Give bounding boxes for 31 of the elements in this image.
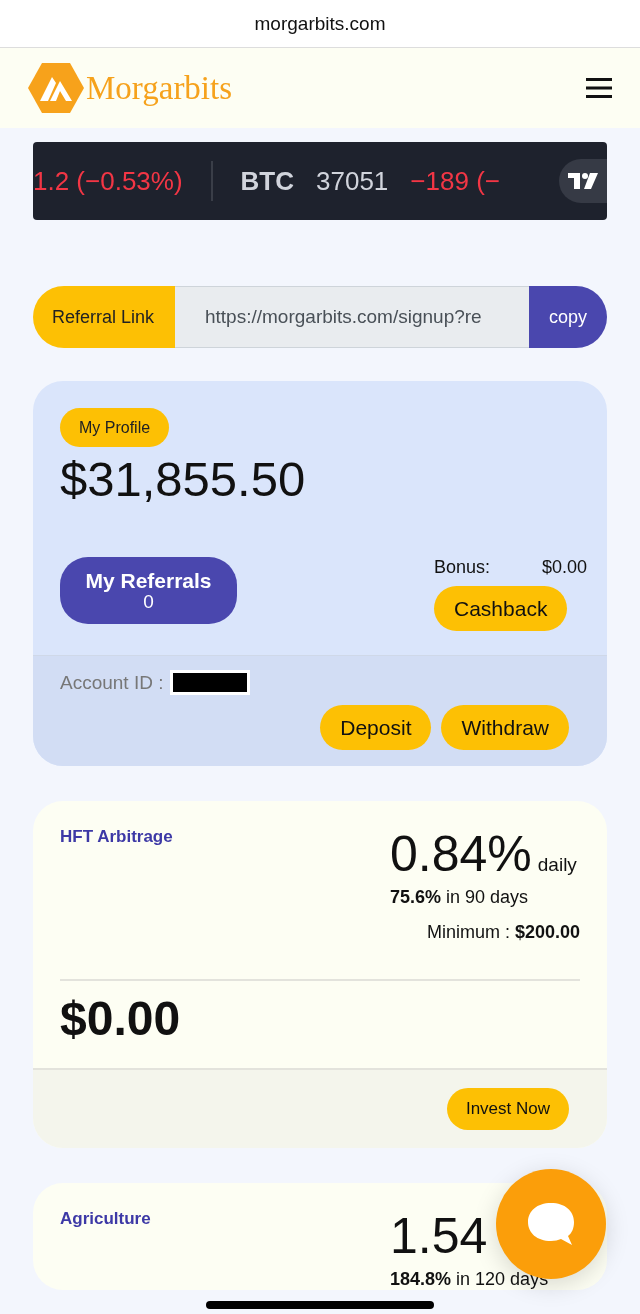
rate-period: daily [537,854,577,876]
ticker-change: −189 (− [410,165,500,197]
plan-name: HFT Arbitrage [60,827,173,848]
invested-amount: $0.00 [60,991,182,1047]
bonus-label: Bonus: [434,557,491,578]
plan-name: Agriculture [60,1209,151,1230]
minimum-deposit: Minimum : $200.00 [426,922,580,943]
ticker-change: 1.2 (−0.53%) [33,165,183,197]
invest-button[interactable]: Invest Now [446,1088,569,1130]
cashback-button[interactable]: Cashback [434,586,568,631]
account-id-label: Account ID : [60,671,164,694]
daily-rate: 1.54 [390,1207,488,1265]
total-return: 75.6% in 90 days [390,887,529,908]
chart-logo-icon [568,173,598,189]
daily-rate: 0.84% [390,825,532,883]
referral-link-field[interactable]: https://morgarbits.com/signup?re [175,286,529,348]
chat-icon [526,1201,576,1247]
ticker-symbol[interactable]: BTC [240,165,295,197]
referrals-button[interactable]: My Referrals 0 [60,557,237,624]
ticker-price: 37051 [316,165,389,197]
withdraw-button[interactable]: Withdraw [441,705,569,750]
account-balance: $31,855.50 [60,451,307,507]
address-text[interactable]: morgarbits.com [254,12,386,35]
menu-icon[interactable] [586,78,612,98]
copy-button[interactable]: copy [529,286,607,348]
logo-icon [28,63,84,113]
referral-label: Referral Link [33,286,175,348]
deposit-button[interactable]: Deposit [320,705,432,750]
logo-badge[interactable] [559,159,607,203]
profile-badge: My Profile [60,408,170,447]
bonus-value: $0.00 [542,557,588,578]
